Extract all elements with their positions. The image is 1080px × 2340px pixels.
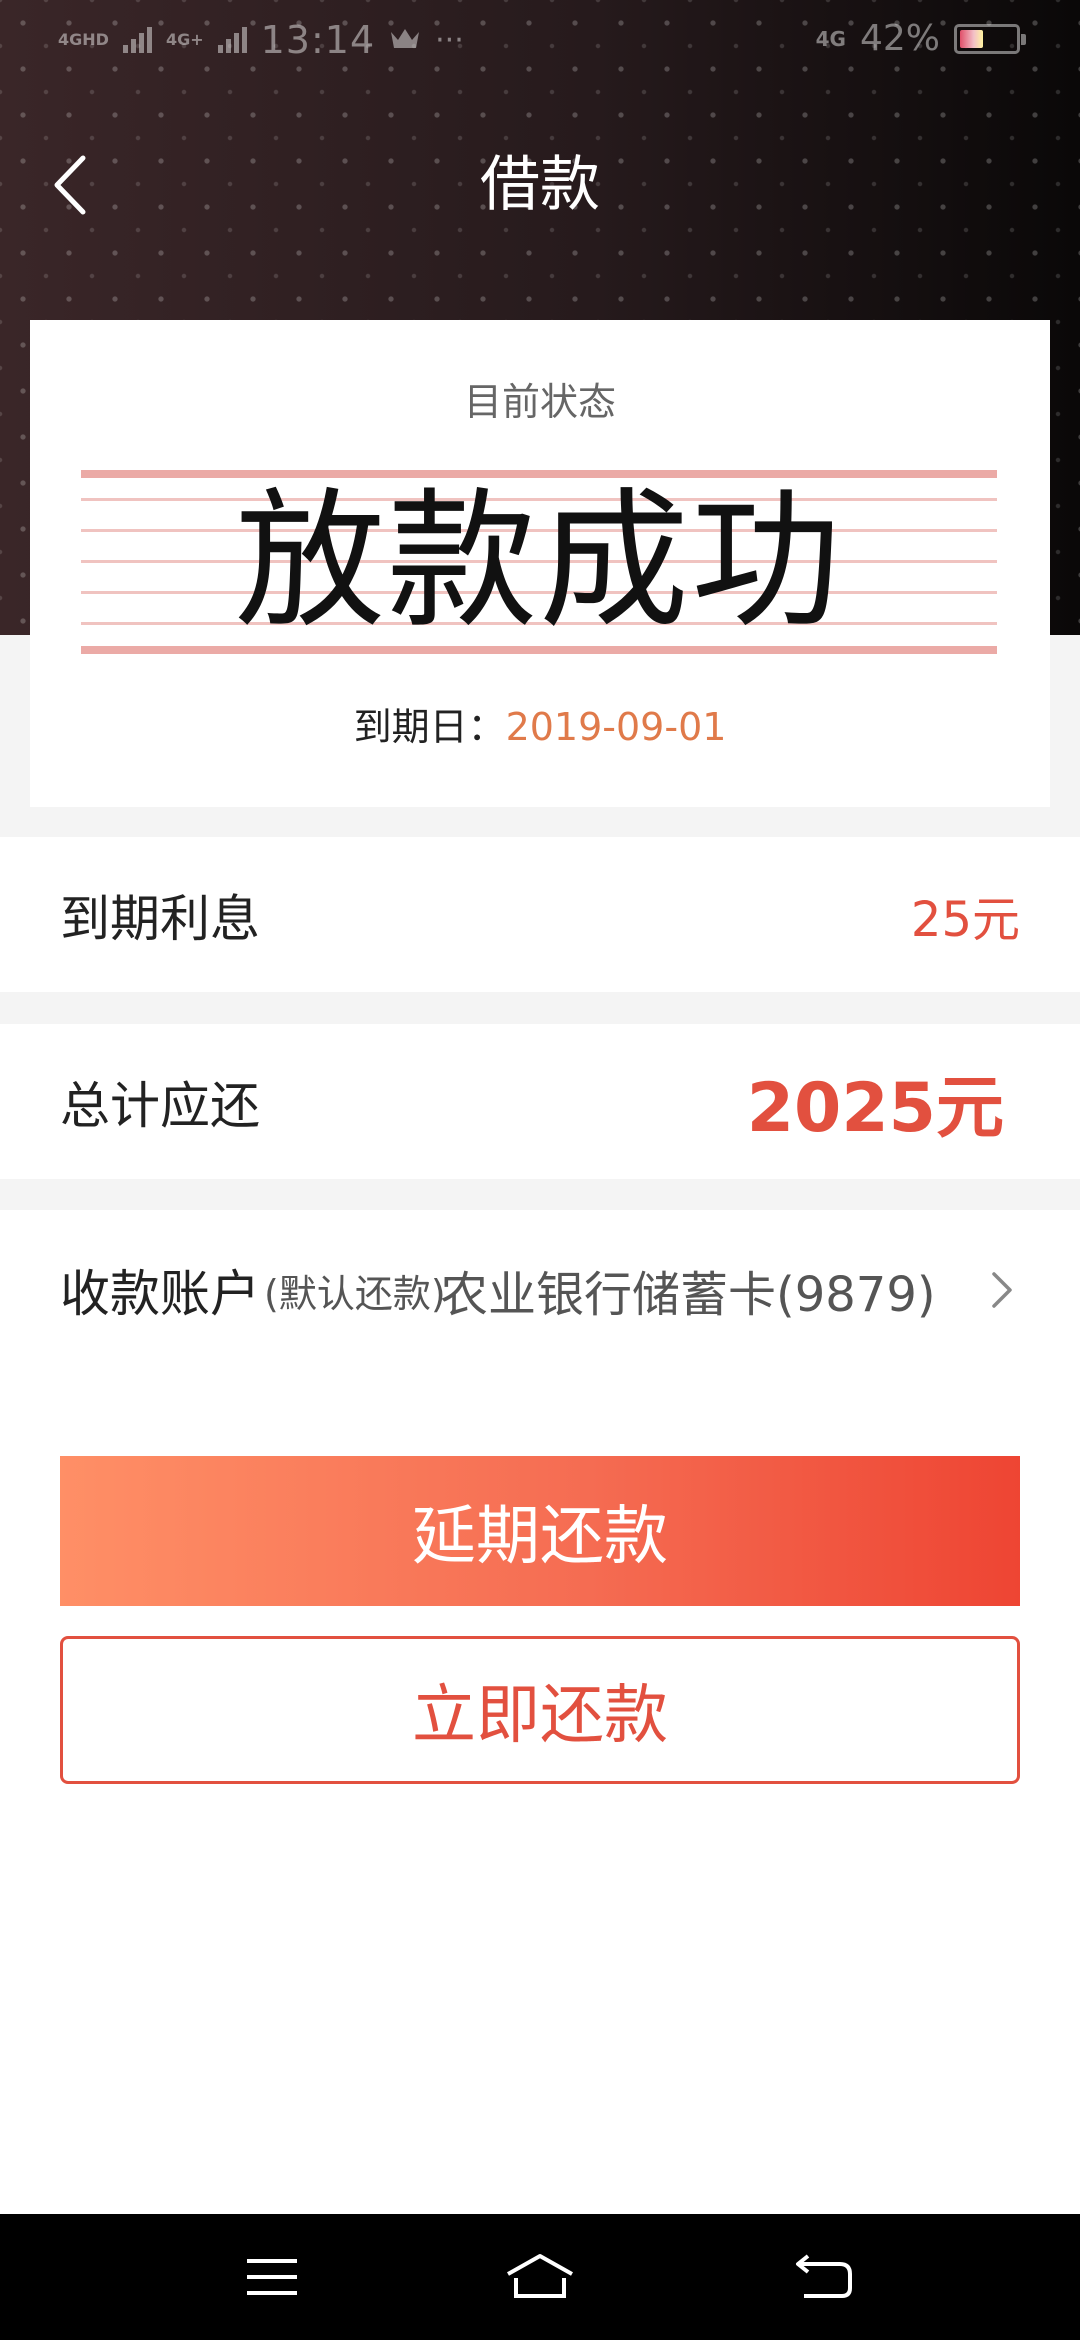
battery-icon: [954, 23, 1026, 54]
system-nav-bar: [0, 2214, 1080, 2340]
more-notifications: ···: [435, 22, 464, 58]
status-left: 4GHD 4G+ 13:14 ···: [58, 18, 464, 62]
status-label: 目前状态: [463, 380, 616, 424]
return-button[interactable]: [784, 2242, 864, 2312]
account-label-group: 收款账户 (默认还款): [60, 1210, 446, 1370]
status-card: 目前状态 放款成功 到期日：2019-09-01: [30, 320, 1050, 807]
signal-icon-2: [217, 27, 247, 53]
home-icon: [507, 2254, 573, 2298]
status-time: 13:14: [260, 18, 376, 62]
page-title: 借款: [480, 150, 600, 220]
status-bar: 4GHD 4G+ 13:14 ··· 4G 42%: [0, 0, 1080, 84]
total-value: 2025元: [746, 1069, 1004, 1148]
menu-button[interactable]: [232, 2242, 312, 2312]
status-stamp-text: 放款成功: [234, 475, 843, 649]
status-right: 4G 42%: [815, 18, 1026, 59]
menu-icon: [247, 2259, 297, 2295]
due-date-label: 到期日：: [353, 705, 506, 749]
repay-now-button[interactable]: 立即还款: [60, 1636, 1020, 1784]
due-date-value: 2019-09-01: [505, 705, 727, 749]
nav-bar: 借款: [0, 130, 1080, 240]
loan-status-page: 4GHD 4G+ 13:14 ··· 4G 42% 借款 目前状态 放款成功 到…: [0, 0, 1080, 2340]
total-row: 总计应还 2025元: [0, 1024, 1080, 1179]
interest-value: 25元: [910, 891, 1020, 948]
divider: [0, 992, 1080, 1024]
account-value: 农业银行储蓄卡(9879): [440, 1267, 936, 1323]
receiving-account-row[interactable]: 收款账户 (默认还款) 农业银行储蓄卡(9879): [0, 1210, 1080, 1370]
interest-label: 到期利息: [60, 889, 260, 948]
return-icon: [796, 2254, 852, 2298]
network-label-2: 4G+: [165, 30, 204, 49]
home-button[interactable]: [500, 2242, 580, 2312]
divider: [0, 1179, 1080, 1210]
extend-repayment-button[interactable]: 延期还款: [60, 1456, 1020, 1606]
network-label-right: 4G: [815, 26, 846, 51]
account-label: 收款账户: [60, 1265, 260, 1323]
network-label-1: 4GHD: [58, 30, 109, 49]
crown-icon: [389, 20, 421, 61]
interest-row: 到期利息 25元: [0, 837, 1080, 992]
status-stamp: 放款成功: [81, 470, 997, 654]
total-label: 总计应还: [60, 1076, 260, 1135]
battery-percent: 42%: [859, 18, 940, 59]
due-date-row: 到期日：2019-09-01: [30, 705, 1050, 749]
account-note: (默认还款): [264, 1271, 446, 1316]
chevron-right-icon: [992, 1272, 1012, 1308]
signal-icon: [122, 27, 152, 53]
